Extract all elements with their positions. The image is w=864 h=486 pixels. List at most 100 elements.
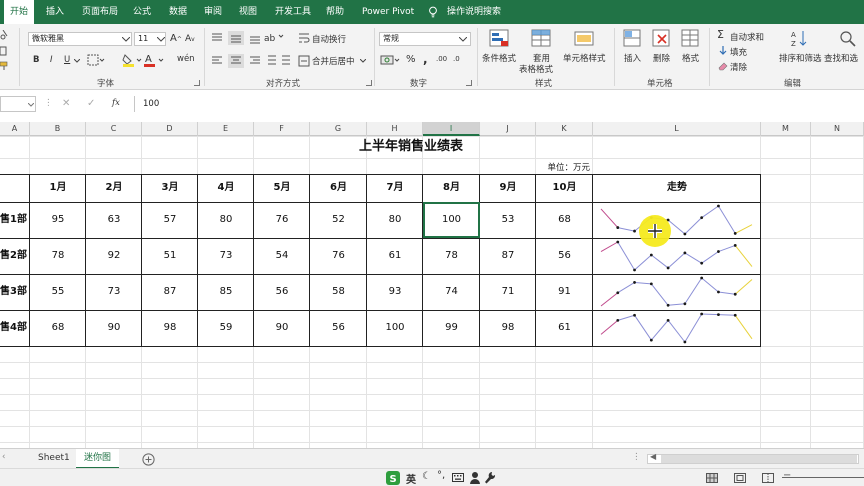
sort-filter-button[interactable]: 排序和筛选 [779,52,822,64]
tab-data[interactable]: 数据 [169,0,187,24]
find-select-button[interactable]: 查找和选 [824,52,858,64]
fill-color-icon[interactable] [122,53,142,67]
wrench-icon[interactable] [484,471,496,484]
page-break-view-icon[interactable] [762,473,774,483]
page-layout-view-icon[interactable] [734,473,746,483]
enter-icon[interactable]: ✓ [87,98,95,109]
tab-help[interactable]: 帮助 [326,0,344,24]
fill-button[interactable]: 填充 [730,46,747,58]
copy-icon[interactable] [0,46,8,56]
comma-button[interactable]: , [423,52,428,66]
bold-button[interactable]: B [33,55,39,65]
normal-view-icon[interactable] [706,473,718,483]
tab-developer[interactable]: 开发工具 [275,0,311,24]
delete-cells-button[interactable]: 删除 [653,52,670,64]
wrap-text-icon[interactable] [298,32,310,44]
font-name-select[interactable]: 微软雅黑 [28,32,132,46]
formula-input[interactable]: 100 [134,96,864,112]
keyboard-icon[interactable] [452,473,464,482]
column-header[interactable]: H [367,122,423,136]
font-color-icon[interactable]: A [144,53,166,67]
indent-icons[interactable] [264,54,292,68]
cell-styles-icon[interactable] [574,29,596,49]
format-as-table-icon[interactable] [531,29,553,49]
column-header[interactable]: M [761,122,811,136]
border-icon[interactable] [87,54,105,66]
tab-view[interactable]: 视图 [239,0,257,24]
zoom-out-icon[interactable]: − [783,470,791,481]
merge-center-button[interactable]: 合并后居中 [312,55,355,67]
wrap-text-button[interactable]: 自动换行 [312,33,346,45]
moon-icon[interactable]: ☾ [422,471,431,482]
sheet-tab-sheet1[interactable]: Sheet1 [30,449,78,469]
punctuation-icon[interactable]: °, [437,470,445,481]
alignment-dialog-launcher[interactable] [366,80,372,86]
tab-scroll-icon[interactable]: ‹ [2,452,5,462]
column-header-selected[interactable]: I [423,122,480,136]
fx-button[interactable]: fx [112,98,120,108]
tab-power-pivot[interactable]: Power Pivot [362,0,414,24]
insert-cells-button[interactable]: 插入 [624,52,641,64]
tab-formulas[interactable]: 公式 [133,0,151,24]
column-header[interactable]: N [811,122,864,136]
sort-filter-icon[interactable]: AZ [791,29,811,49]
tab-home[interactable]: 开始 [4,0,35,24]
column-header[interactable]: C [86,122,142,136]
increase-font-icon[interactable]: A^ [170,33,182,44]
fill-down-icon[interactable] [718,46,728,56]
percent-button[interactable]: % [406,54,416,65]
delete-cells-icon[interactable] [652,29,672,49]
worksheet-grid[interactable]: 上半年销售业绩表 单位：万元 1月 2月 3月 4月 5月 6月 7月 8月 9月 10月 走势 售1… [0,136,864,448]
sheet-tab-sparkline[interactable]: 迷你图 [76,449,120,469]
vertical-align-icons[interactable] [210,31,266,45]
zoom-slider[interactable] [782,477,864,478]
italic-button[interactable]: I [50,55,53,65]
column-header[interactable]: K [536,122,593,136]
format-painter-icon[interactable] [0,61,8,71]
column-header[interactable]: L [593,122,761,136]
orientation-icon[interactable]: ab [264,31,286,43]
column-header[interactable]: F [254,122,310,136]
eraser-icon[interactable] [718,61,728,71]
phonetic-icon[interactable]: wén [177,54,195,64]
cell-styles-button[interactable]: 单元格样式 [563,52,606,64]
horizontal-align-icons[interactable] [210,54,270,68]
decrease-decimal-icon[interactable]: .0 [453,55,460,63]
column-header[interactable]: G [310,122,367,136]
scroll-left-icon[interactable]: ◀ [650,452,656,461]
format-cells-button[interactable]: 格式 [682,52,699,64]
sigma-icon[interactable]: Σ [717,28,724,41]
decrease-font-icon[interactable]: Av [185,34,195,44]
underline-button[interactable]: U [64,55,70,65]
column-header[interactable]: J [480,122,536,136]
clear-button[interactable]: 清除 [730,61,747,73]
format-as-table-label-2[interactable]: 表格格式 [519,63,553,75]
user-icon[interactable] [469,471,481,484]
cancel-icon[interactable]: ✕ [62,98,70,109]
active-cell-selection[interactable] [423,202,480,238]
font-dialog-launcher[interactable] [194,80,200,86]
cut-icon[interactable] [0,30,8,40]
tab-page-layout[interactable]: 页面布局 [82,0,118,24]
format-cells-icon[interactable] [681,29,701,49]
add-sheet-icon[interactable] [142,453,155,466]
tell-me-search[interactable]: 操作说明搜索 [447,0,501,24]
column-header[interactable]: E [198,122,254,136]
scrollbar-thumb[interactable] [661,455,857,463]
column-header[interactable]: B [30,122,86,136]
conditional-format-button[interactable]: 条件格式 [482,52,516,64]
ime-language[interactable]: 英 [406,471,416,486]
column-header[interactable]: D [142,122,198,136]
insert-cells-icon[interactable] [623,29,643,49]
increase-decimal-icon[interactable]: .00 [436,55,447,63]
tab-review[interactable]: 审阅 [204,0,222,24]
find-select-icon[interactable] [838,29,858,49]
merge-center-icon[interactable] [298,55,310,67]
number-format-select[interactable]: 常规 [379,32,471,46]
column-header[interactable]: A [0,122,30,136]
autosum-button[interactable]: 自动求和 [730,31,764,43]
tab-insert[interactable]: 插入 [46,0,64,24]
conditional-format-icon[interactable] [489,29,511,49]
number-dialog-launcher[interactable] [466,80,472,86]
currency-icon[interactable] [380,54,400,67]
